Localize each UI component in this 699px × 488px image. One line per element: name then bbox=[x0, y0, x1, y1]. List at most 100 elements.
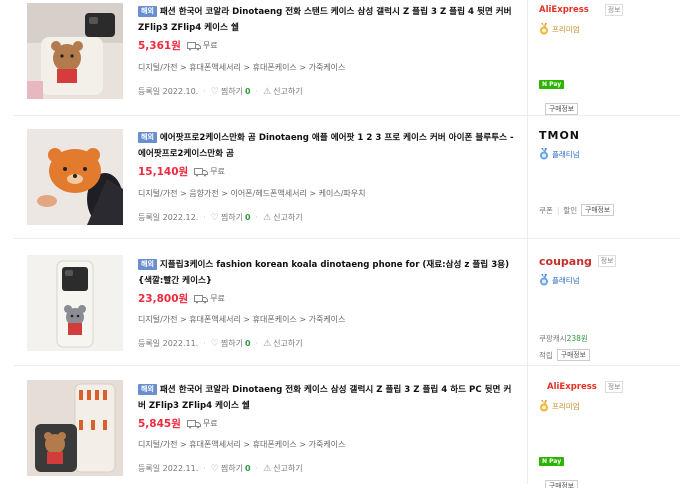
category-path: 디지털/가전 > 휴대폰액세서리 > 휴대폰케이스 > 가죽케이스 bbox=[138, 440, 346, 449]
siren-icon[interactable]: ⚠ bbox=[263, 87, 271, 97]
platinum-medal-icon bbox=[540, 148, 548, 160]
category-link[interactable]: 휴대폰케이스 bbox=[253, 440, 297, 449]
product-title-text[interactable]: 지플립3케이스 fashion korean koala dinotaeng p… bbox=[138, 260, 509, 286]
shipping-fee: 무료 bbox=[210, 167, 225, 176]
wish-count: 0 bbox=[244, 339, 251, 348]
heart-icon[interactable]: ♡ bbox=[211, 87, 219, 97]
mall-info: coupang 정보 플래티넘 쿠팡캐시238원 적립 구매정보 bbox=[539, 254, 679, 361]
shipping-fee: 무료 bbox=[210, 294, 225, 303]
category-link[interactable]: 휴대폰액세서리 bbox=[189, 440, 241, 449]
heart-icon[interactable]: ♡ bbox=[211, 339, 219, 349]
aliexpress-logo[interactable]: AliExpress bbox=[539, 5, 589, 15]
product-price[interactable]: 5,845원 bbox=[138, 416, 181, 431]
item-meta: 등록일 2022.12. · ♡ 찜하기 0 · ⚠ 신고하기 bbox=[138, 212, 303, 223]
buy-info-button[interactable]: 구매정보 bbox=[545, 103, 579, 115]
shipping-fee: 무료 bbox=[202, 41, 218, 50]
overseas-badge: 해외 bbox=[138, 384, 157, 395]
report-button[interactable]: 신고하기 bbox=[273, 212, 302, 223]
delivery-truck-icon bbox=[194, 294, 209, 303]
list-item: 해외 지플립3케이스 fashion korean koala dinotaeng… bbox=[0, 239, 699, 364]
registration-date: 등록일 2022.11. bbox=[138, 339, 199, 348]
wish-count: 0 bbox=[244, 87, 251, 96]
item-meta: 등록일 2022.11. · ♡ 찜하기 0 · ⚠ 신고하기 bbox=[138, 463, 303, 474]
category-link[interactable]: 휴대폰액세서리 bbox=[189, 315, 241, 324]
item-meta: 등록일 2022.10. · ♡ 찜하기 0 · ⚠ 신고하기 bbox=[138, 86, 303, 97]
product-thumbnail[interactable] bbox=[27, 3, 123, 99]
product-thumbnail[interactable] bbox=[27, 380, 123, 476]
overseas-badge: 해외 bbox=[138, 132, 157, 143]
heart-icon[interactable]: ♡ bbox=[211, 213, 219, 223]
gold-medal-icon bbox=[540, 400, 548, 412]
buy-info-button[interactable]: 구매정보 bbox=[581, 204, 615, 216]
siren-icon[interactable]: ⚠ bbox=[263, 339, 271, 349]
wish-button[interactable]: 찜하기 bbox=[221, 463, 243, 474]
mall-info: AliExpress 정보 프리미엄 N Pay 구매정보 bbox=[539, 380, 679, 488]
registration-date: 등록일 2022.11. bbox=[138, 464, 199, 473]
price-row: 5,845원 무료 bbox=[138, 416, 218, 431]
product-title[interactable]: 해외 지플립3케이스 fashion korean koala dinotaeng… bbox=[138, 257, 518, 289]
siren-icon[interactable]: ⚠ bbox=[263, 464, 271, 474]
category-link[interactable]: 디지털/가전 bbox=[138, 440, 178, 449]
category-link[interactable]: 디지털/가전 bbox=[138, 315, 178, 324]
wish-button[interactable]: 찜하기 bbox=[221, 338, 243, 349]
category-link[interactable]: 휴대폰케이스 bbox=[253, 63, 297, 72]
category-link[interactable]: 휴대폰케이스 bbox=[253, 315, 297, 324]
wish-button[interactable]: 찜하기 bbox=[221, 86, 243, 97]
category-link[interactable]: 가죽케이스 bbox=[309, 315, 346, 324]
report-button[interactable]: 신고하기 bbox=[273, 338, 302, 349]
delivery-truck-icon bbox=[186, 419, 201, 428]
category-link[interactable]: 디지털/가전 bbox=[138, 189, 178, 198]
mall-info: TMON 플래티넘 쿠폰 | 할인 구매정보 bbox=[539, 128, 679, 216]
category-path: 디지털/가전 > 음향가전 > 이어폰/헤드폰액세서리 > 케이스/파우치 bbox=[138, 189, 366, 198]
delivery-truck-icon bbox=[194, 167, 209, 176]
category-link[interactable]: 가죽케이스 bbox=[309, 63, 346, 72]
product-thumbnail[interactable] bbox=[27, 255, 123, 351]
shipping-fee: 무료 bbox=[202, 419, 218, 428]
product-title[interactable]: 해외 패션 한국어 코알라 Dinotaeng 전화 스탠드 케이스 삼성 갤럭시… bbox=[138, 4, 518, 36]
npay-badge: N Pay bbox=[539, 457, 565, 466]
overseas-badge: 해외 bbox=[138, 6, 157, 17]
report-button[interactable]: 신고하기 bbox=[273, 86, 302, 97]
siren-icon[interactable]: ⚠ bbox=[263, 213, 271, 223]
product-title[interactable]: 해외 에어팟프로2케이스만화 곰 Dinotaeng 애플 에어팟 1 2 3 프… bbox=[138, 130, 518, 162]
wish-button[interactable]: 찜하기 bbox=[221, 212, 243, 223]
coupang-cash-value: 238원 bbox=[566, 334, 588, 343]
npay-badge: N Pay bbox=[539, 80, 565, 89]
category-link[interactable]: 휴대폰액세서리 bbox=[189, 63, 241, 72]
product-price[interactable]: 15,140원 bbox=[138, 164, 188, 179]
buy-info-button[interactable]: 구매정보 bbox=[545, 480, 579, 488]
product-title-text[interactable]: 패션 한국어 코알라 Dinotaeng 전화 케이스 삼성 갤럭시 Z 플립 … bbox=[138, 385, 511, 411]
mall-info: AliExpress 정보 프리미엄 N Pay 구매정보 bbox=[539, 3, 679, 115]
product-title[interactable]: 해외 패션 한국어 코알라 Dinotaeng 전화 케이스 삼성 갤럭시 Z 플… bbox=[138, 382, 518, 414]
product-thumbnail[interactable] bbox=[27, 129, 123, 225]
product-price[interactable]: 5,361원 bbox=[138, 38, 181, 53]
delivery-truck-icon bbox=[186, 41, 201, 50]
report-button[interactable]: 신고하기 bbox=[273, 463, 302, 474]
list-item: 해외 패션 한국어 코알라 Dinotaeng 전화 스탠드 케이스 삼성 갤럭시… bbox=[0, 0, 699, 115]
buy-info-button[interactable]: 구매정보 bbox=[556, 349, 590, 361]
aliexpress-logo[interactable]: AliExpress bbox=[547, 382, 597, 392]
discount-label: 할인 bbox=[563, 205, 578, 215]
product-title-text[interactable]: 패션 한국어 코알라 Dinotaeng 전화 스탠드 케이스 삼성 갤럭시 Z… bbox=[138, 7, 512, 33]
category-link[interactable]: 케이스/파우치 bbox=[319, 189, 366, 198]
tmon-logo[interactable]: TMON bbox=[539, 129, 580, 142]
registration-date: 등록일 2022.12. bbox=[138, 213, 199, 222]
coupon-label: 쿠폰 bbox=[539, 205, 553, 215]
mall-info-tag[interactable]: 정보 bbox=[604, 381, 624, 393]
item-meta: 등록일 2022.11. · ♡ 찜하기 0 · ⚠ 신고하기 bbox=[138, 338, 303, 349]
price-row: 23,800원 무료 bbox=[138, 291, 225, 306]
wish-count: 0 bbox=[244, 213, 251, 222]
coupang-cash-label: 쿠팡캐시 bbox=[539, 334, 567, 343]
coupang-logo[interactable]: coupang bbox=[539, 255, 592, 268]
price-row: 15,140원 무료 bbox=[138, 164, 225, 179]
category-link[interactable]: 디지털/가전 bbox=[138, 63, 178, 72]
category-link[interactable]: 가죽케이스 bbox=[309, 440, 346, 449]
category-link[interactable]: 이어폰/헤드폰액세서리 bbox=[231, 189, 307, 198]
heart-icon[interactable]: ♡ bbox=[211, 464, 219, 474]
mall-info-tag[interactable]: 정보 bbox=[604, 4, 624, 16]
product-title-text[interactable]: 에어팟프로2케이스만화 곰 Dinotaeng 애플 에어팟 1 2 3 프로 … bbox=[138, 133, 514, 159]
mall-info-tag[interactable]: 정보 bbox=[597, 255, 617, 267]
category-link[interactable]: 음향가전 bbox=[189, 189, 218, 198]
product-price[interactable]: 23,800원 bbox=[138, 291, 188, 306]
category-path: 디지털/가전 > 휴대폰액세서리 > 휴대폰케이스 > 가죽케이스 bbox=[138, 63, 346, 72]
